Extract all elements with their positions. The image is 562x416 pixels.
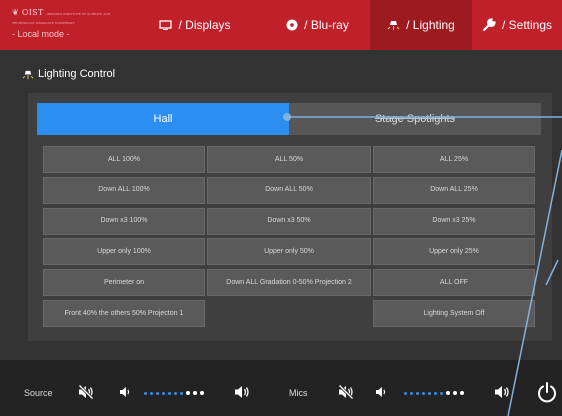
tab-lighting[interactable]: / Lighting	[370, 0, 472, 50]
volume-dot	[156, 391, 159, 395]
volume-dot	[460, 391, 464, 395]
mode-label: - Local mode -	[12, 29, 70, 39]
mics-mute-icon[interactable]	[338, 384, 354, 400]
lamp-icon	[22, 70, 34, 79]
tab-blu-ray[interactable]: / Blu-ray	[265, 0, 370, 50]
segment-stage-spotlights[interactable]: Stage Spotlights	[289, 103, 541, 135]
preset-button[interactable]: Down ALL 50%	[207, 176, 371, 204]
preset-button[interactable]: ALL 50%	[207, 146, 371, 173]
volume-dot	[150, 391, 153, 395]
preset-button[interactable]: ALL OFF	[373, 269, 535, 297]
mics-volume-slider[interactable]	[404, 391, 464, 395]
volume-dot	[186, 391, 190, 395]
oist-logo: ❦ OIST OKINAWA INSTITUTE OF SCIENCE AND …	[12, 8, 111, 25]
lamp-icon	[387, 21, 400, 30]
segment-hall[interactable]: Hall	[37, 103, 289, 135]
volume-dot	[410, 391, 413, 395]
preset-button[interactable]: Lighting System Off	[373, 299, 535, 327]
preset-button[interactable]: Down ALL Gradation 0-50% Projection 2	[207, 269, 371, 297]
volume-dot	[162, 391, 165, 395]
tab-settings[interactable]: / Settings	[472, 0, 562, 50]
volume-dot	[416, 391, 419, 395]
oist-logo-mark-icon: ❦	[12, 8, 20, 17]
source-label: Source	[24, 388, 53, 398]
preset-button[interactable]: Down x3 100%	[43, 207, 205, 235]
source-volume-slider[interactable]	[144, 391, 204, 395]
preset-button[interactable]: ALL 25%	[373, 146, 535, 173]
volume-dot	[174, 391, 177, 395]
volume-dot	[422, 391, 425, 395]
volume-up-icon[interactable]	[494, 384, 510, 400]
top-nav-bar: ❦ OIST OKINAWA INSTITUTE OF SCIENCE AND …	[0, 0, 562, 50]
brand: ❦ OIST OKINAWA INSTITUTE OF SCIENCE AND …	[0, 0, 125, 50]
disc-icon	[286, 19, 298, 31]
preset-button[interactable]: Upper only 25%	[373, 238, 535, 266]
tab-displays[interactable]: / Displays	[125, 0, 265, 50]
preset-button[interactable]: Front 40% the others 50% Projecton 1	[43, 299, 205, 327]
preset-button[interactable]: ALL 100%	[43, 146, 205, 173]
volume-dot	[193, 391, 197, 395]
volume-dot	[404, 391, 407, 395]
volume-dot	[434, 391, 437, 395]
source-mute-icon[interactable]	[78, 384, 94, 400]
mics-label: Mics	[289, 388, 308, 398]
volume-dot	[440, 391, 443, 395]
preset-grid: ALL 100% ALL 50% ALL 25% Down ALL 100% D…	[43, 146, 535, 327]
preset-button[interactable]: Upper only 100%	[43, 238, 205, 266]
volume-dot	[428, 391, 431, 395]
display-icon	[159, 20, 173, 30]
volume-down-icon[interactable]	[375, 386, 387, 398]
preset-button[interactable]: Down x3 25%	[373, 207, 535, 235]
power-icon[interactable]	[537, 381, 557, 403]
volume-dot	[144, 391, 147, 395]
preset-button[interactable]: Down ALL 25%	[373, 176, 535, 204]
wrench-icon	[482, 18, 496, 32]
preset-button[interactable]: Perimeter on	[43, 269, 205, 297]
volume-dot	[168, 391, 171, 395]
volume-dot	[453, 391, 457, 395]
preset-button[interactable]: Down x3 50%	[207, 207, 371, 235]
volume-down-icon[interactable]	[119, 386, 131, 398]
page-title: Lighting Control	[22, 68, 115, 80]
empty-slot	[207, 300, 371, 327]
volume-dot	[200, 391, 204, 395]
preset-button[interactable]: Down ALL 100%	[43, 176, 205, 204]
volume-up-icon[interactable]	[234, 384, 250, 400]
volume-dot	[180, 391, 183, 395]
preset-button[interactable]: Upper only 50%	[207, 238, 371, 266]
volume-dot	[446, 391, 450, 395]
